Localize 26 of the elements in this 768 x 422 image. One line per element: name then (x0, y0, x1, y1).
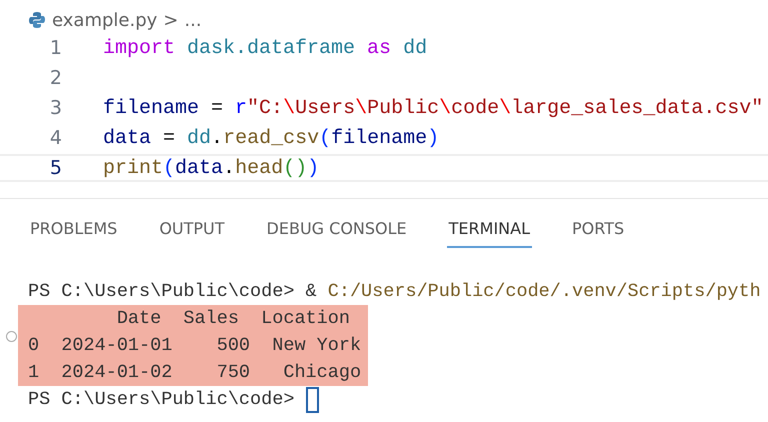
line-number: 4 (48, 127, 63, 149)
terminal-prompt: PS C:\Users\Public\code> & (28, 280, 318, 304)
breadcrumb-file[interactable]: example.py (52, 10, 158, 30)
code-text: data = dd.read_csv(filename) (103, 126, 440, 150)
panel-tab[interactable]: TERMINAL (446, 215, 532, 248)
python-logo-icon (28, 11, 46, 29)
terminal-command: C:/Users/Public/code/.venv/Scripts/pyth (328, 280, 761, 304)
terminal-prompt: PS C:\Users\Public\code> (28, 388, 296, 412)
code-text: filename = r"C:\Users\Public\code\large_sales_data.csv" (103, 96, 764, 120)
breadcrumb-more[interactable]: ... (184, 10, 202, 30)
panel-tab[interactable]: PROBLEMS (28, 215, 120, 248)
code-text: import dask.dataframe as dd (103, 36, 428, 60)
panel-tab[interactable]: OUTPUT (157, 215, 227, 248)
breadcrumb-separator: > (163, 10, 178, 30)
output-line: 1 2024-01-02 750 Chicago (28, 361, 362, 385)
panel-tab[interactable]: DEBUG CONSOLE (264, 215, 409, 248)
line-number: 2 (48, 67, 63, 89)
line-number: 5 (48, 157, 63, 179)
line-number: 3 (48, 97, 63, 119)
circle-icon (6, 331, 17, 342)
output-line: 0 2024-01-01 500 New York (28, 334, 362, 358)
text-cursor (306, 386, 319, 412)
line-number: 1 (48, 37, 63, 59)
panel-tab[interactable]: PORTS (570, 215, 626, 248)
output-line: Date Sales Location (116, 307, 351, 331)
code-text: print(data.head()) (103, 156, 320, 180)
